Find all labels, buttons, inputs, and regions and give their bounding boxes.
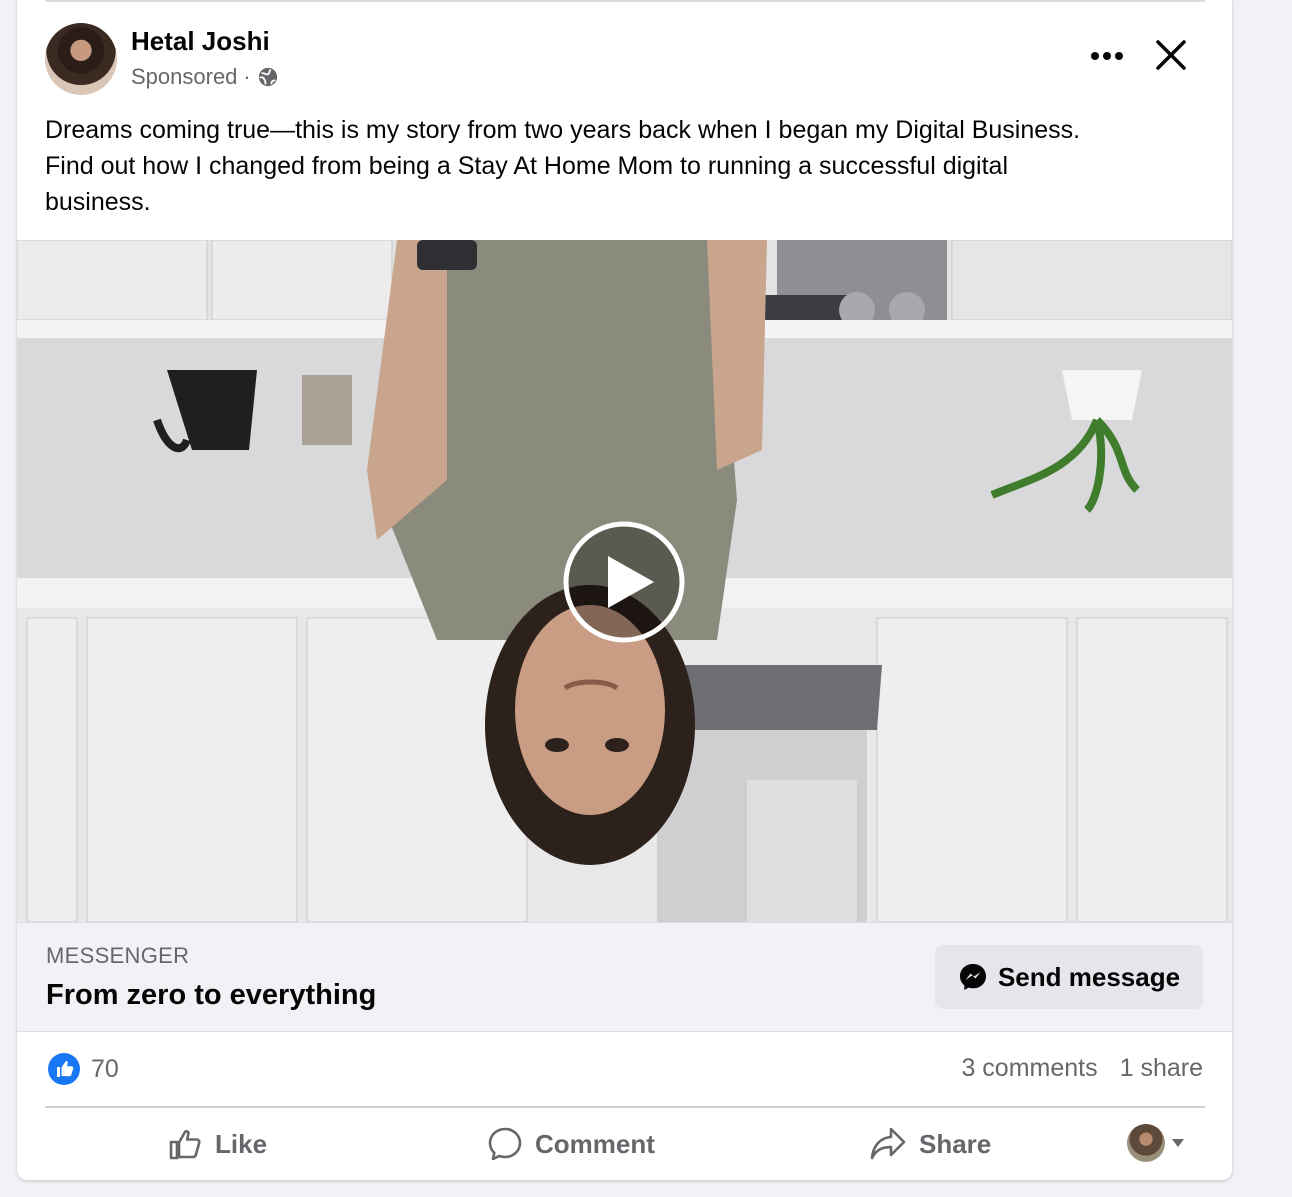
engagement-counts: 3 comments 1 share bbox=[961, 1054, 1203, 1083]
comment-icon bbox=[488, 1127, 522, 1161]
caption-line: business. bbox=[45, 188, 151, 216]
close-icon bbox=[1156, 40, 1186, 70]
thumbs-up-icon bbox=[169, 1130, 201, 1160]
like-reaction-icon bbox=[48, 1053, 80, 1085]
like-label: Like bbox=[215, 1128, 268, 1159]
share-icon bbox=[870, 1127, 906, 1160]
shares-count-link[interactable]: 1 share bbox=[1120, 1054, 1203, 1083]
sponsored-post-card: Hetal Joshi Sponsored · Dreams coming tr… bbox=[17, 0, 1232, 1180]
like-button[interactable]: Like bbox=[167, 1120, 267, 1168]
play-button[interactable] bbox=[562, 520, 686, 644]
send-message-button[interactable]: Send message bbox=[935, 945, 1203, 1009]
author-avatar[interactable] bbox=[45, 23, 117, 95]
reaction-profile-selector[interactable] bbox=[1127, 1124, 1185, 1162]
cta-headline[interactable]: From zero to everything bbox=[46, 979, 376, 1012]
share-button[interactable]: Share bbox=[869, 1120, 991, 1168]
profile-avatar bbox=[1127, 1124, 1165, 1162]
author-name[interactable]: Hetal Joshi bbox=[131, 26, 270, 57]
caption-line: Dreams coming true—this is my story from… bbox=[45, 116, 1081, 144]
more-options-button[interactable] bbox=[1085, 36, 1129, 76]
comment-button[interactable]: Comment bbox=[487, 1120, 655, 1168]
sponsored-row: Sponsored · bbox=[131, 64, 279, 90]
sponsored-label[interactable]: Sponsored bbox=[131, 64, 237, 90]
post-actions: Like Comment Share bbox=[17, 1110, 1232, 1178]
comment-label: Comment bbox=[535, 1128, 655, 1159]
post-caption: Dreams coming true—this is my story from… bbox=[45, 112, 1195, 220]
close-button[interactable] bbox=[1149, 33, 1193, 77]
caret-down-icon bbox=[1172, 1139, 1184, 1147]
like-count: 70 bbox=[91, 1054, 119, 1083]
meta-separator: · bbox=[243, 64, 251, 89]
top-divider bbox=[45, 0, 1205, 2]
actions-divider bbox=[45, 1106, 1205, 1108]
send-message-label: Send message bbox=[997, 961, 1181, 992]
share-label: Share bbox=[919, 1128, 992, 1159]
cta-source-label: MESSENGER bbox=[46, 943, 190, 968]
comments-count-link[interactable]: 3 comments bbox=[961, 1054, 1097, 1083]
call-to-action-bar[interactable]: MESSENGER From zero to everything Send m… bbox=[17, 922, 1232, 1032]
play-icon bbox=[563, 521, 685, 643]
video-thumbnail[interactable] bbox=[17, 240, 1232, 922]
messenger-icon bbox=[959, 964, 986, 990]
reactions-summary[interactable]: 70 bbox=[47, 1052, 119, 1086]
globe-icon[interactable] bbox=[257, 66, 279, 88]
more-dots-icon bbox=[1091, 52, 1123, 60]
caption-line: Find out how I changed from being a Stay… bbox=[45, 152, 1009, 180]
